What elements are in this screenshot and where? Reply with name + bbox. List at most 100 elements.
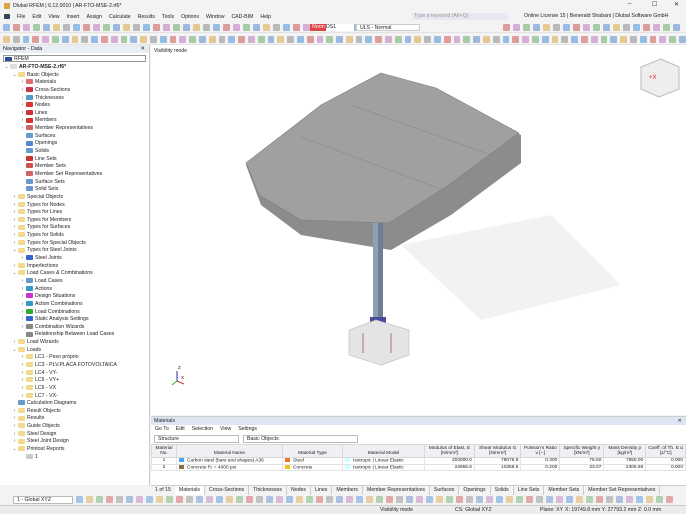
tree-item[interactable]: › Members bbox=[0, 117, 149, 125]
bottom-tool-icon[interactable] bbox=[446, 496, 453, 503]
expand-chevron-icon[interactable]: › bbox=[19, 316, 26, 324]
close-button[interactable]: ✕ bbox=[674, 1, 679, 8]
toolbar-tool-icon[interactable] bbox=[110, 35, 118, 43]
menu-window[interactable]: Window bbox=[206, 14, 224, 20]
toolbar-tool-icon[interactable] bbox=[633, 23, 640, 31]
tree-item[interactable]: › Action Combinations bbox=[0, 301, 149, 309]
bottom-tool-icon[interactable] bbox=[336, 496, 343, 503]
toolbar-tool-icon[interactable] bbox=[169, 35, 177, 43]
bottom-tool-icon[interactable] bbox=[376, 496, 383, 503]
bottom-tool-icon[interactable] bbox=[466, 496, 473, 503]
menu-calculate[interactable]: Calculate bbox=[109, 14, 131, 20]
bottom-tool-icon[interactable] bbox=[296, 496, 303, 503]
toolbar-tool-icon[interactable] bbox=[385, 35, 392, 43]
bottom-tool-icon[interactable] bbox=[416, 496, 423, 503]
tree-item[interactable]: › Load Wizards bbox=[0, 339, 149, 347]
expand-chevron-icon[interactable]: › bbox=[19, 95, 26, 103]
bottom-tool-icon[interactable] bbox=[196, 496, 203, 503]
toolbar-tool-icon[interactable] bbox=[193, 23, 200, 31]
expand-chevron-icon[interactable]: › bbox=[19, 286, 26, 294]
menu-selection[interactable]: Selection bbox=[192, 425, 213, 433]
expand-chevron-icon[interactable]: › bbox=[11, 423, 18, 431]
toolbar-tool-icon[interactable] bbox=[13, 23, 20, 31]
toolbar-tool-icon[interactable] bbox=[189, 35, 196, 43]
expand-chevron-icon[interactable]: › bbox=[19, 87, 26, 95]
toolbar-tool-icon[interactable] bbox=[424, 35, 432, 43]
toolbar-tool-icon[interactable] bbox=[143, 23, 150, 31]
expand-chevron-icon[interactable]: › bbox=[11, 431, 18, 439]
bottom-tool-icon[interactable] bbox=[276, 496, 283, 503]
structure-select[interactable]: Structure bbox=[154, 434, 239, 443]
tree-item[interactable]: › Result Objects bbox=[0, 408, 149, 416]
maximize-button[interactable]: ☐ bbox=[652, 1, 657, 8]
bottom-tool-icon[interactable] bbox=[306, 496, 313, 503]
toolbar-tool-icon[interactable] bbox=[263, 23, 270, 31]
toolbar-tool-icon[interactable] bbox=[502, 35, 510, 43]
tree-item[interactable]: › LC3 - PLV.PLACA FOTOVOLTAICA bbox=[0, 362, 149, 370]
toolbar-tool-icon[interactable] bbox=[561, 35, 569, 43]
toolbar-tool-icon[interactable] bbox=[610, 35, 618, 43]
toolbar-tool-icon[interactable] bbox=[563, 23, 570, 31]
toolbar-tool-icon[interactable] bbox=[91, 35, 98, 43]
bottom-tool-icon[interactable] bbox=[656, 496, 663, 503]
toolbar-tool-icon[interactable] bbox=[247, 35, 255, 43]
cell-type[interactable]: Concrete bbox=[282, 463, 343, 471]
toolbar-tool-icon[interactable] bbox=[453, 35, 461, 43]
menu-help[interactable]: Help bbox=[260, 14, 271, 20]
toolbar-tool-icon[interactable] bbox=[394, 35, 402, 43]
close-materials-icon[interactable]: ✕ bbox=[678, 417, 682, 425]
toolbar-tool-icon[interactable] bbox=[303, 23, 310, 31]
toolbar-tool-icon[interactable] bbox=[503, 23, 510, 31]
bottom-tool-icon[interactable] bbox=[86, 496, 93, 503]
toolbar-tool-icon[interactable] bbox=[590, 35, 598, 43]
toolbar-tool-icon[interactable] bbox=[287, 35, 294, 43]
tree-item[interactable]: › Load Combinations bbox=[0, 309, 149, 317]
expand-chevron-icon[interactable]: › bbox=[19, 125, 26, 133]
toolbar-tool-icon[interactable] bbox=[42, 35, 49, 43]
toolbar-tool-icon[interactable] bbox=[120, 35, 128, 43]
toolbar-tool-icon[interactable] bbox=[267, 35, 275, 43]
tree-item[interactable]: Solids bbox=[0, 148, 149, 156]
bottom-tool-icon[interactable] bbox=[126, 496, 133, 503]
expand-chevron-icon[interactable]: › bbox=[19, 309, 26, 317]
bottom-tool-icon[interactable] bbox=[356, 496, 363, 503]
bottom-tool-icon[interactable] bbox=[236, 496, 243, 503]
menu-options[interactable]: Options bbox=[181, 14, 199, 20]
close-navigator-icon[interactable]: ✕ bbox=[140, 45, 145, 53]
toolbar-tool-icon[interactable] bbox=[51, 35, 59, 43]
tree-item[interactable]: › Steel Joints bbox=[0, 255, 149, 263]
bottom-tool-icon[interactable] bbox=[496, 496, 503, 503]
toolbar-tool-icon[interactable] bbox=[296, 35, 304, 43]
expand-chevron-icon[interactable]: › bbox=[19, 278, 26, 286]
bottom-tool-icon[interactable] bbox=[206, 496, 213, 503]
tree-item[interactable]: › Results bbox=[0, 415, 149, 423]
bottom-tool-icon[interactable] bbox=[116, 496, 123, 503]
bottom-tool-icon[interactable] bbox=[506, 496, 513, 503]
menu-tools[interactable]: Tools bbox=[162, 14, 174, 20]
expand-chevron-icon[interactable]: › bbox=[11, 232, 18, 240]
bottom-tool-icon[interactable] bbox=[386, 496, 393, 503]
menu-settings[interactable]: Settings bbox=[238, 425, 257, 433]
tree-item[interactable]: › Cross-Sections bbox=[0, 87, 149, 95]
expand-chevron-icon[interactable]: ⌄ bbox=[11, 270, 18, 278]
bottom-tool-icon[interactable] bbox=[256, 496, 263, 503]
toolbar-tool-icon[interactable] bbox=[443, 35, 451, 43]
toolbar-tool-icon[interactable] bbox=[306, 35, 314, 43]
bottom-tool-icon[interactable] bbox=[266, 496, 273, 503]
menu-insert[interactable]: Insert bbox=[66, 14, 79, 20]
tree-item[interactable]: Line Sets bbox=[0, 156, 149, 164]
pager[interactable]: 1 of 15 bbox=[151, 487, 175, 493]
tree-item[interactable]: Relationship Between Load Cases bbox=[0, 331, 149, 339]
toolbar-tool-icon[interactable] bbox=[600, 35, 608, 43]
toolbar-tool-icon[interactable] bbox=[663, 23, 670, 31]
menu-edit[interactable]: Edit bbox=[32, 14, 41, 20]
toolbar-tool-icon[interactable] bbox=[316, 35, 324, 43]
expand-chevron-icon[interactable]: › bbox=[11, 209, 18, 217]
bottom-tool-icon[interactable] bbox=[576, 496, 583, 503]
tree-item[interactable]: Openings bbox=[0, 140, 149, 148]
expand-chevron-icon[interactable]: › bbox=[19, 370, 26, 378]
toolbar-tool-icon[interactable] bbox=[573, 23, 580, 31]
toolbar-tool-icon[interactable] bbox=[336, 35, 343, 43]
toolbar-tool-icon[interactable] bbox=[630, 35, 637, 43]
toolbar-tool-icon[interactable] bbox=[213, 23, 220, 31]
